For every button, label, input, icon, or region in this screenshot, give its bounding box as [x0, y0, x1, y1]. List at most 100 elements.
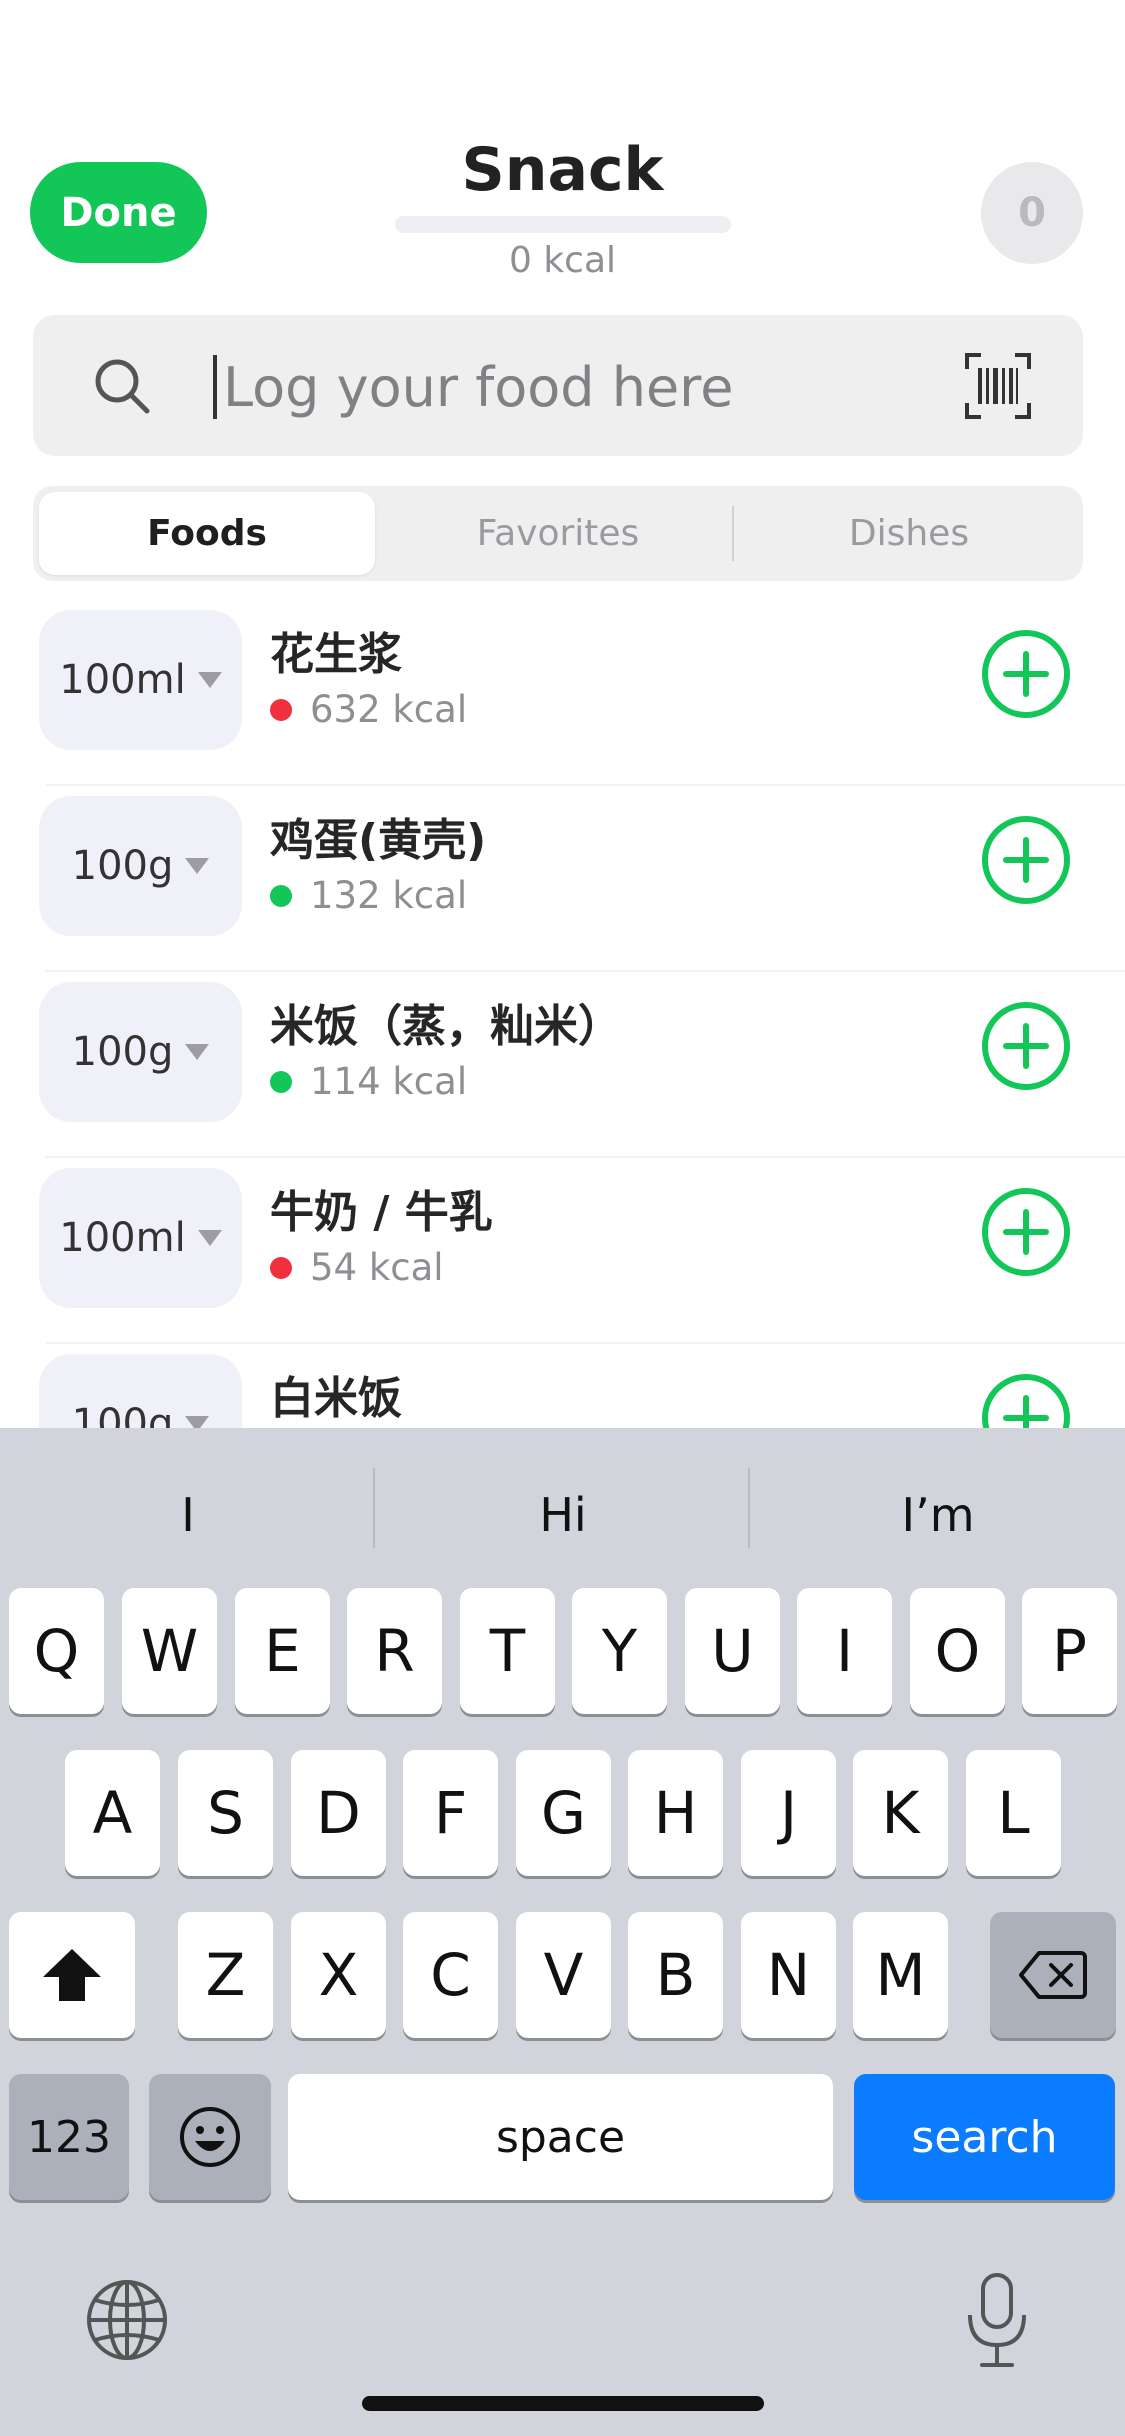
key-k[interactable]: K — [853, 1750, 948, 1876]
barcode-scan-icon[interactable] — [963, 351, 1033, 421]
unit-selector[interactable]: 100g — [39, 982, 242, 1122]
tab-favorites[interactable]: Favorites — [390, 492, 726, 575]
key-h[interactable]: H — [628, 1750, 723, 1876]
food-calories: 54 kcal — [270, 1246, 444, 1289]
food-name: 花生浆 — [270, 629, 402, 680]
calorie-progress-bar — [395, 216, 731, 233]
key-s[interactable]: S — [178, 1750, 273, 1876]
search-icon — [95, 359, 150, 414]
key-t[interactable]: T — [460, 1588, 555, 1714]
calorie-indicator-dot — [270, 1256, 292, 1279]
suggestion-3[interactable]: I’m — [763, 1488, 1113, 1542]
dropdown-arrow-icon — [185, 1416, 210, 1428]
unit-selector[interactable]: 100ml — [39, 610, 242, 750]
add-food-icon[interactable] — [980, 814, 1072, 906]
backspace-icon — [1019, 1951, 1087, 1999]
key-a[interactable]: A — [65, 1750, 160, 1876]
tab-dishes[interactable]: Dishes — [741, 492, 1077, 575]
suggestion-divider — [373, 1468, 375, 1548]
food-kcal-value: 114 kcal — [310, 1060, 468, 1103]
key-v[interactable]: V — [516, 1912, 611, 2038]
globe-icon[interactable] — [85, 2278, 169, 2362]
shift-icon — [43, 1949, 101, 2001]
key-n[interactable]: N — [741, 1912, 836, 2038]
emoji-icon — [180, 2107, 240, 2167]
key-c[interactable]: C — [403, 1912, 498, 2038]
backspace-key[interactable] — [990, 1912, 1116, 2038]
food-row[interactable]: 100g 鸡蛋(黄壳) 132 kcal — [0, 786, 1125, 972]
calorie-indicator-dot — [270, 1070, 292, 1093]
dropdown-arrow-icon — [185, 858, 210, 874]
key-f[interactable]: F — [403, 1750, 498, 1876]
food-row[interactable]: 100g 白米饭 — [0, 1344, 1125, 1428]
tab-divider — [732, 506, 734, 561]
microphone-icon[interactable] — [962, 2271, 1032, 2371]
food-name: 牛奶 / 牛乳 — [270, 1187, 493, 1238]
food-list: 100ml 花生浆 632 kcal 100g 鸡蛋(黄壳) 132 kcal — [0, 600, 1125, 1428]
key-x[interactable]: X — [291, 1912, 386, 2038]
food-calories: 132 kcal — [270, 874, 467, 917]
on-screen-keyboard: I Hi I’m Q W E R T Y U I O P A S D F G H… — [0, 1428, 1125, 2436]
emoji-key[interactable] — [149, 2074, 271, 2200]
key-l[interactable]: L — [966, 1750, 1061, 1876]
key-z[interactable]: Z — [178, 1912, 273, 2038]
meal-title: Snack — [461, 135, 664, 205]
food-calories: 114 kcal — [270, 1060, 467, 1103]
search-bar[interactable] — [33, 315, 1083, 456]
calorie-indicator-dot — [270, 698, 292, 721]
food-kcal-value: 132 kcal — [310, 874, 468, 917]
unit-selector[interactable]: 100g — [39, 1354, 242, 1428]
key-d[interactable]: D — [291, 1750, 386, 1876]
unit-label: 100ml — [59, 657, 186, 703]
unit-selector[interactable]: 100g — [39, 796, 242, 936]
search-input[interactable] — [221, 343, 975, 431]
food-name: 白米饭 — [270, 1373, 402, 1424]
unit-selector[interactable]: 100ml — [39, 1168, 242, 1308]
home-indicator — [362, 2396, 764, 2411]
key-r[interactable]: R — [347, 1588, 442, 1714]
food-kcal-value: 54 kcal — [310, 1246, 444, 1289]
food-name: 米饭（蒸，籼米） — [270, 1001, 622, 1052]
food-row[interactable]: 100g 米饭（蒸，籼米） 114 kcal — [0, 972, 1125, 1158]
unit-label: 100ml — [59, 1215, 186, 1261]
search-key[interactable]: search — [854, 2074, 1115, 2200]
food-name: 鸡蛋(黄壳) — [270, 815, 487, 866]
food-row[interactable]: 100ml 花生浆 632 kcal — [0, 600, 1125, 786]
key-b[interactable]: B — [628, 1912, 723, 2038]
selected-count-badge[interactable]: 0 — [981, 162, 1083, 264]
key-e[interactable]: E — [235, 1588, 330, 1714]
key-g[interactable]: G — [516, 1750, 611, 1876]
key-u[interactable]: U — [685, 1588, 780, 1714]
key-y[interactable]: Y — [572, 1588, 667, 1714]
key-i[interactable]: I — [797, 1588, 892, 1714]
suggestion-divider — [748, 1468, 750, 1548]
key-q[interactable]: Q — [9, 1588, 104, 1714]
key-j[interactable]: J — [741, 1750, 836, 1876]
total-calories: 0 kcal — [508, 240, 617, 281]
add-food-icon[interactable] — [980, 628, 1072, 720]
dropdown-arrow-icon — [185, 1044, 210, 1060]
numbers-key[interactable]: 123 — [9, 2074, 129, 2200]
suggestion-2[interactable]: Hi — [388, 1488, 738, 1542]
space-key[interactable]: space — [288, 2074, 833, 2200]
unit-label: 100g — [71, 1029, 174, 1075]
calorie-indicator-dot — [270, 884, 292, 907]
tab-foods[interactable]: Foods — [39, 492, 375, 575]
text-cursor — [213, 355, 217, 419]
key-o[interactable]: O — [910, 1588, 1005, 1714]
dropdown-arrow-icon — [197, 1230, 222, 1246]
key-w[interactable]: W — [122, 1588, 217, 1714]
done-button[interactable]: Done — [30, 162, 207, 263]
shift-key[interactable] — [9, 1912, 135, 2038]
key-p[interactable]: P — [1022, 1588, 1117, 1714]
food-kcal-value: 632 kcal — [310, 688, 468, 731]
add-food-icon[interactable] — [980, 1186, 1072, 1278]
add-food-icon[interactable] — [980, 1372, 1072, 1428]
unit-label: 100g — [71, 1401, 174, 1428]
food-source-tabs: Foods Favorites Dishes — [33, 486, 1083, 581]
unit-label: 100g — [71, 843, 174, 889]
food-row[interactable]: 100ml 牛奶 / 牛乳 54 kcal — [0, 1158, 1125, 1344]
suggestion-1[interactable]: I — [13, 1488, 363, 1542]
key-m[interactable]: M — [853, 1912, 948, 2038]
add-food-icon[interactable] — [980, 1000, 1072, 1092]
